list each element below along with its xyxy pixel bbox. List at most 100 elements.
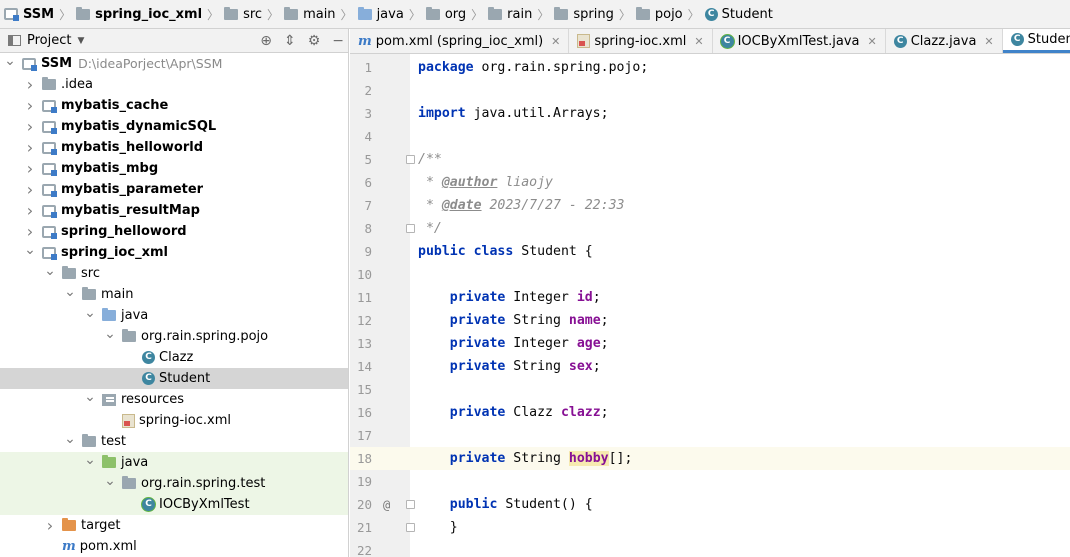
editor-tab[interactable]: C Clazz.java ✕: [886, 29, 1003, 53]
tree-node[interactable]: ⌄ spring_ioc_xml: [0, 242, 348, 263]
code-line[interactable]: 21 }: [350, 516, 1070, 539]
editor-tab[interactable]: spring-ioc.xml ✕: [569, 29, 713, 53]
code-line[interactable]: 2: [350, 79, 1070, 102]
fold-marker-icon[interactable]: [406, 500, 415, 509]
code-line[interactable]: 20 @ public Student() {: [350, 493, 1070, 516]
minimize-icon[interactable]: −: [332, 33, 344, 49]
tree-node[interactable]: C IOCByXmlTest: [0, 494, 348, 515]
tree-node[interactable]: C Clazz: [0, 347, 348, 368]
close-icon[interactable]: ✕: [984, 35, 993, 48]
fold-marker-icon[interactable]: [406, 523, 415, 532]
breadcrumb-item[interactable]: spring_ioc_xml 〉: [76, 0, 224, 28]
code-line[interactable]: 6 * @author liaojy: [350, 171, 1070, 194]
tree-node[interactable]: ⌄ org.rain.spring.test: [0, 473, 348, 494]
code-line[interactable]: 15: [350, 378, 1070, 401]
tree-node[interactable]: ⌄ java: [0, 305, 348, 326]
tree-node[interactable]: › mybatis_mbg: [0, 158, 348, 179]
fold-marker-icon[interactable]: [406, 224, 415, 233]
code-line[interactable]: 7 * @date 2023/7/27 - 22:33: [350, 194, 1070, 217]
project-view-selector[interactable]: Project: [27, 33, 71, 48]
code-line[interactable]: 19: [350, 470, 1070, 493]
editor-tab[interactable]: CStudent.java✕: [1002, 29, 1070, 53]
breadcrumb-item[interactable]: spring 〉: [554, 0, 636, 28]
tree-node[interactable]: ⌄ resources: [0, 389, 348, 410]
override-marker-icon[interactable]: @: [383, 498, 390, 512]
tree-node[interactable]: C Student: [0, 368, 348, 389]
tree-node[interactable]: › mybatis_parameter: [0, 179, 348, 200]
breadcrumb-item[interactable]: java 〉: [357, 0, 426, 28]
gear-icon[interactable]: ⚙: [308, 33, 321, 49]
chevron-down-icon[interactable]: ⌄: [62, 285, 78, 299]
locate-icon[interactable]: ⊕: [260, 33, 272, 49]
chevron-right-icon[interactable]: ›: [42, 516, 58, 535]
breadcrumb-item[interactable]: SSM 〉: [4, 0, 76, 28]
chevron-down-icon[interactable]: ⌄: [82, 306, 98, 320]
code-line[interactable]: 1 package org.rain.spring.pojo;: [350, 56, 1070, 79]
chevron-down-icon[interactable]: ⌄: [82, 453, 98, 467]
tree-node[interactable]: ⌄ SSM D:\ideaPorject\Apr\SSM: [0, 53, 348, 74]
code-line[interactable]: 22: [350, 539, 1070, 557]
tree-node[interactable]: ⌄ java: [0, 452, 348, 473]
code-text: private Integer id;: [418, 290, 601, 305]
breadcrumb-label: org: [444, 6, 467, 22]
chevron-right-icon[interactable]: ›: [22, 117, 38, 136]
code-line[interactable]: 10: [350, 263, 1070, 286]
tree-node[interactable]: › mybatis_helloworld: [0, 137, 348, 158]
code-line[interactable]: 17: [350, 424, 1070, 447]
chevron-right-icon[interactable]: ›: [22, 96, 38, 115]
code-line[interactable]: 11 private Integer id;: [350, 286, 1070, 309]
tree-node-label: target: [81, 518, 121, 533]
editor-tab[interactable]: m pom.xml (spring_ioc_xml) ✕: [350, 29, 570, 53]
chevron-down-icon[interactable]: ⌄: [102, 474, 118, 488]
close-icon[interactable]: ✕: [868, 35, 877, 48]
code-line[interactable]: 14 private String sex;: [350, 355, 1070, 378]
chevron-right-icon[interactable]: ›: [22, 75, 38, 94]
code-line[interactable]: 16 private Clazz clazz;: [350, 401, 1070, 424]
chevron-down-icon[interactable]: ⌄: [82, 390, 98, 404]
tree-node[interactable]: ⌄ org.rain.spring.pojo: [0, 326, 348, 347]
chevron-down-icon[interactable]: ⌄: [2, 54, 18, 68]
tree-node[interactable]: ⌄ test: [0, 431, 348, 452]
close-icon[interactable]: ✕: [694, 35, 703, 48]
tree-node[interactable]: › mybatis_cache: [0, 95, 348, 116]
breadcrumb-item[interactable]: org 〉: [425, 0, 488, 28]
code-line[interactable]: 13 private Integer age;: [350, 332, 1070, 355]
tree-node[interactable]: › .idea: [0, 74, 348, 95]
code-line[interactable]: 4: [350, 125, 1070, 148]
chevron-down-icon[interactable]: ⌄: [62, 432, 78, 446]
breadcrumb-item[interactable]: pojo 〉: [635, 0, 705, 28]
chevron-down-icon[interactable]: ▼: [77, 36, 84, 46]
chevron-right-icon[interactable]: ›: [22, 180, 38, 199]
breadcrumb-item[interactable]: rain 〉: [488, 0, 554, 28]
breadcrumb-item[interactable]: C Student: [704, 0, 773, 28]
chevron-right-icon[interactable]: ›: [22, 159, 38, 178]
tree-node[interactable]: m pom.xml: [0, 536, 348, 557]
close-icon[interactable]: ✕: [551, 35, 560, 48]
fold-marker-icon[interactable]: [406, 155, 415, 164]
code-line[interactable]: 12 private String name;: [350, 309, 1070, 332]
code-line[interactable]: 3 import java.util.Arrays;: [350, 102, 1070, 125]
code-area[interactable]: 1 package org.rain.spring.pojo; 2 3 import j…: [350, 54, 1070, 557]
chevron-right-icon[interactable]: ›: [22, 222, 38, 241]
chevron-down-icon[interactable]: ⌄: [102, 327, 118, 341]
breadcrumb-item[interactable]: src 〉: [224, 0, 284, 28]
tree-node[interactable]: › target: [0, 515, 348, 536]
tree-node[interactable]: › mybatis_dynamicSQL: [0, 116, 348, 137]
code-line[interactable]: 18 private String hobby[];: [350, 447, 1070, 470]
code-line[interactable]: 5 /**: [350, 148, 1070, 171]
tree-node[interactable]: spring-ioc.xml: [0, 410, 348, 431]
code-token: ;: [600, 405, 609, 420]
tree-node[interactable]: › mybatis_resultMap: [0, 200, 348, 221]
chevron-right-icon[interactable]: ›: [22, 201, 38, 220]
chevron-down-icon[interactable]: ⌄: [42, 264, 58, 278]
code-line[interactable]: 9 public class Student {: [350, 240, 1070, 263]
collapse-all-icon[interactable]: ⇕: [284, 33, 296, 49]
tree-node[interactable]: ⌄ main: [0, 284, 348, 305]
breadcrumb-item[interactable]: main 〉: [284, 0, 358, 28]
chevron-down-icon[interactable]: ⌄: [22, 243, 38, 257]
tree-node[interactable]: ⌄ src: [0, 263, 348, 284]
tree-node[interactable]: › spring_helloword: [0, 221, 348, 242]
editor-tab[interactable]: C IOCByXmlTest.java ✕: [713, 29, 886, 53]
chevron-right-icon[interactable]: ›: [22, 138, 38, 157]
code-line[interactable]: 8 */: [350, 217, 1070, 240]
